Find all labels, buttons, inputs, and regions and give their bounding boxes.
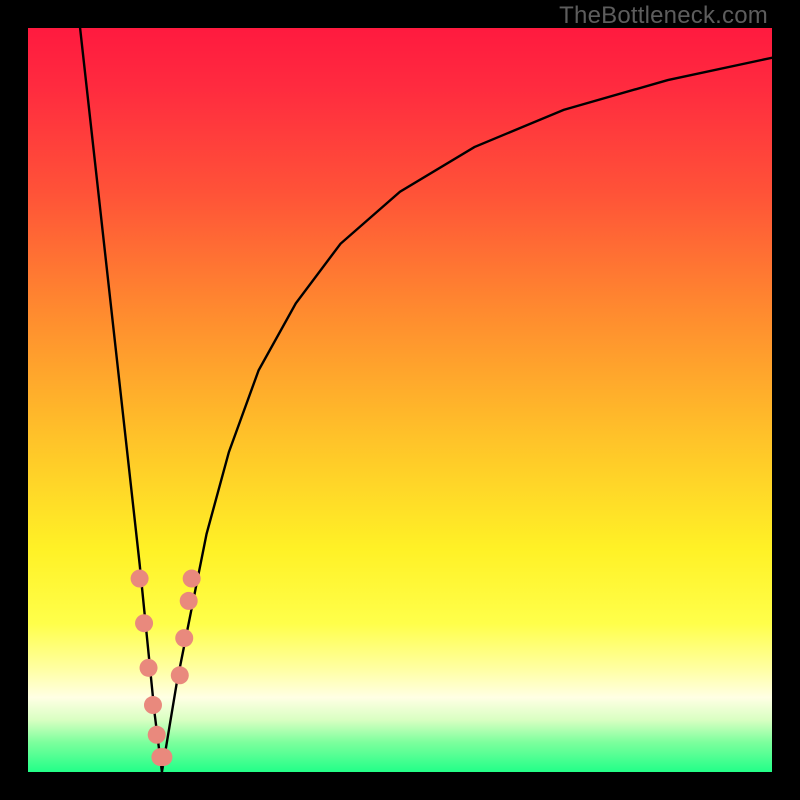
marker-point [171,666,189,684]
marker-point [140,659,158,677]
marker-point [131,570,149,588]
plot-area [28,28,772,772]
marker-point [144,696,162,714]
marker-point [135,614,153,632]
marker-point [183,570,201,588]
marker-point [180,592,198,610]
watermark-text: TheBottleneck.com [559,2,768,30]
curve-markers [131,570,201,767]
marker-point [175,629,193,647]
chart-frame: TheBottleneck.com [0,0,800,800]
marker-point [154,748,172,766]
curve-layer [28,28,772,772]
bottleneck-curve [80,28,772,772]
marker-point [148,726,166,744]
